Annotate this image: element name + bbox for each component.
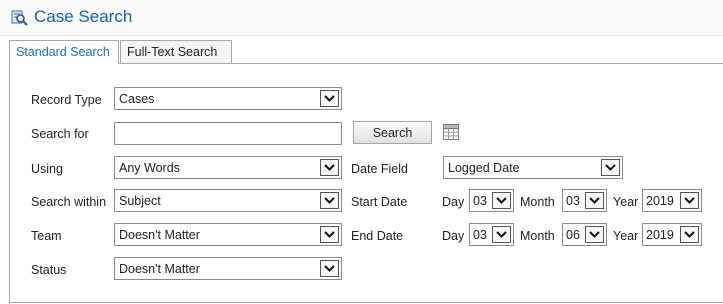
- start-month-value: 03: [566, 194, 580, 208]
- start-day-label: Day: [442, 195, 465, 209]
- search-case-icon: [11, 9, 29, 27]
- start-year-select[interactable]: 2019: [642, 189, 702, 212]
- start-year-label: Year: [613, 195, 639, 209]
- end-month-select[interactable]: 06: [562, 223, 607, 246]
- chevron-down-icon[interactable]: [320, 159, 339, 176]
- tab-full-text-search[interactable]: Full-Text Search: [120, 40, 232, 64]
- search-input[interactable]: [114, 122, 342, 145]
- start-year-value: 2019: [646, 194, 674, 208]
- start-date-label: Start Date: [351, 195, 408, 209]
- search-within-label: Search within: [31, 195, 107, 209]
- search-for-label: Search for: [31, 127, 89, 141]
- status-select[interactable]: Doesn't Matter: [114, 257, 342, 280]
- using-value: Any Words: [119, 161, 180, 175]
- end-day-select[interactable]: 03: [469, 223, 514, 246]
- chevron-down-icon[interactable]: [585, 192, 604, 209]
- chevron-down-icon[interactable]: [320, 226, 339, 243]
- team-value: Doesn't Matter: [119, 228, 200, 242]
- chevron-down-icon[interactable]: [585, 226, 604, 243]
- end-day-label: Day: [442, 229, 465, 243]
- status-value: Doesn't Matter: [119, 262, 200, 276]
- search-form-panel: Record Type Cases Search for Search Usin…: [9, 63, 723, 303]
- chevron-down-icon[interactable]: [680, 192, 699, 209]
- team-select[interactable]: Doesn't Matter: [114, 223, 342, 246]
- date-field-label: Date Field: [351, 162, 408, 176]
- start-month-select[interactable]: 03: [562, 189, 607, 212]
- chevron-down-icon[interactable]: [320, 90, 339, 107]
- chevron-down-icon[interactable]: [680, 226, 699, 243]
- end-year-value: 2019: [646, 228, 674, 242]
- end-date-label: End Date: [351, 229, 404, 243]
- page-header: Case Search: [0, 0, 723, 36]
- tab-standard-search[interactable]: Standard Search: [9, 40, 119, 64]
- team-label: Team: [31, 229, 62, 243]
- start-day-value: 03: [473, 194, 487, 208]
- start-month-label: Month: [520, 195, 555, 209]
- end-month-value: 06: [566, 228, 580, 242]
- start-day-select[interactable]: 03: [469, 189, 514, 212]
- page-title: Case Search: [34, 7, 133, 26]
- record-type-label: Record Type: [31, 93, 102, 107]
- using-label: Using: [31, 162, 63, 176]
- search-within-value: Subject: [119, 194, 161, 208]
- date-field-value: Logged Date: [448, 161, 520, 175]
- end-year-select[interactable]: 2019: [642, 223, 702, 246]
- chevron-down-icon[interactable]: [320, 192, 339, 209]
- record-type-select[interactable]: Cases: [114, 87, 342, 110]
- end-year-label: Year: [613, 229, 639, 243]
- chevron-down-icon[interactable]: [601, 159, 620, 176]
- search-within-select[interactable]: Subject: [114, 189, 342, 212]
- chevron-down-icon[interactable]: [492, 192, 511, 209]
- date-field-select[interactable]: Logged Date: [443, 156, 623, 179]
- chevron-down-icon[interactable]: [492, 226, 511, 243]
- status-label: Status: [31, 263, 67, 277]
- calendar-grid-icon[interactable]: [443, 124, 459, 143]
- end-month-label: Month: [520, 229, 555, 243]
- end-day-value: 03: [473, 228, 487, 242]
- using-select[interactable]: Any Words: [114, 156, 342, 179]
- chevron-down-icon[interactable]: [320, 260, 339, 277]
- search-button[interactable]: Search: [353, 121, 432, 144]
- record-type-value: Cases: [119, 92, 155, 106]
